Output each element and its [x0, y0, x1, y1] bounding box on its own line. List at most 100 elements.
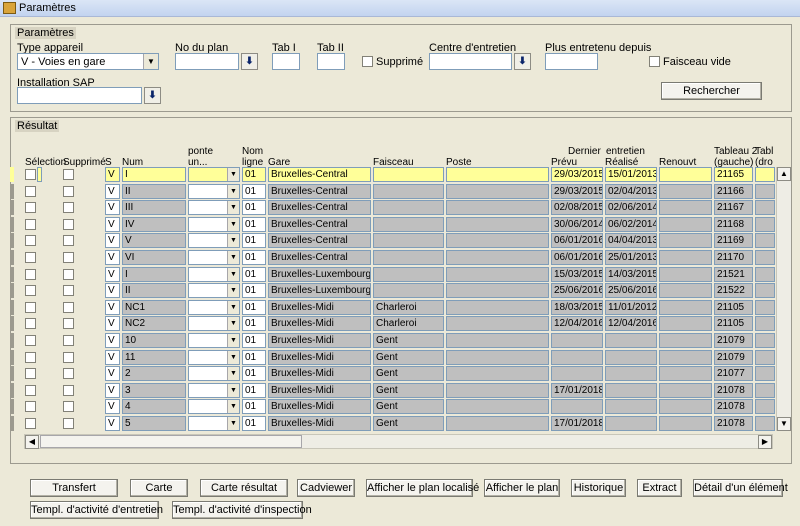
cell-faisceau[interactable]	[373, 184, 444, 199]
cell-tableau3[interactable]	[755, 333, 775, 348]
row-indicator[interactable]	[10, 283, 14, 298]
scroll-down-icon[interactable]: ▼	[777, 417, 791, 431]
cell-prevu[interactable]: 29/03/2015	[551, 184, 603, 199]
scroll-thumb[interactable]	[40, 435, 302, 448]
row-indicator[interactable]	[10, 200, 14, 215]
cell-realise[interactable]	[605, 366, 657, 381]
cell-realise[interactable]	[605, 416, 657, 431]
cell-tableau3[interactable]	[755, 316, 775, 331]
cell-s[interactable]: V	[105, 267, 120, 282]
cell-tableau3[interactable]	[755, 250, 775, 265]
cell-poste[interactable]	[446, 333, 549, 348]
supprime-row-checkbox[interactable]	[63, 352, 74, 363]
cell-gare[interactable]: Bruxelles-Central	[268, 233, 371, 248]
cell-s[interactable]: V	[105, 333, 120, 348]
cell-faisceau[interactable]	[373, 233, 444, 248]
supprime-row-checkbox[interactable]	[63, 368, 74, 379]
supprime-row-checkbox[interactable]	[63, 252, 74, 263]
cell-num[interactable]: NC2	[122, 316, 186, 331]
cell-ligne[interactable]: 01	[242, 350, 266, 365]
cell-realise[interactable]: 11/01/2012	[605, 300, 657, 315]
cell-num[interactable]: 3	[122, 383, 186, 398]
cell-prevu[interactable]: 06/01/2016	[551, 250, 603, 265]
cell-ponte[interactable]: ▼	[188, 316, 240, 331]
cell-poste[interactable]	[446, 217, 549, 232]
cell-poste[interactable]	[446, 316, 549, 331]
chevron-down-icon[interactable]: ▼	[227, 317, 239, 330]
cell-renouvt[interactable]	[659, 217, 712, 232]
cell-renouvt[interactable]	[659, 366, 712, 381]
chevron-down-icon[interactable]: ▼	[227, 168, 239, 181]
cell-s[interactable]: V	[105, 383, 120, 398]
cell-s[interactable]: V	[105, 283, 120, 298]
row-indicator[interactable]	[10, 383, 14, 398]
row-indicator[interactable]	[10, 267, 14, 282]
cell-gare[interactable]: Bruxelles-Midi	[268, 399, 371, 414]
cell-num[interactable]: 10	[122, 333, 186, 348]
cell-renouvt[interactable]	[659, 184, 712, 199]
cell-ligne[interactable]: 01	[242, 366, 266, 381]
cell-faisceau[interactable]	[373, 283, 444, 298]
no-plan-lookup-icon[interactable]: ⬇	[241, 53, 258, 70]
cell-renouvt[interactable]	[659, 350, 712, 365]
cell-tableau3[interactable]	[755, 366, 775, 381]
cell-ponte[interactable]: ▼	[188, 399, 240, 414]
cell-ligne[interactable]: 01	[242, 399, 266, 414]
centre-lookup-icon[interactable]: ⬇	[514, 53, 531, 70]
selection-checkbox[interactable]	[25, 302, 36, 313]
cell-tableau3[interactable]	[755, 267, 775, 282]
cell-s[interactable]: V	[105, 233, 120, 248]
cell-tableau3[interactable]	[755, 184, 775, 199]
cell-prevu[interactable]	[551, 350, 603, 365]
cell-poste[interactable]	[446, 184, 549, 199]
supprime-row-checkbox[interactable]	[63, 202, 74, 213]
cell-ligne[interactable]: 01	[242, 300, 266, 315]
cell-poste[interactable]	[446, 416, 549, 431]
cell-tableau3[interactable]	[755, 283, 775, 298]
chevron-down-icon[interactable]: ▼	[227, 400, 239, 413]
extract-button[interactable]: Extract	[637, 479, 682, 497]
supprime-row-checkbox[interactable]	[63, 285, 74, 296]
cell-prevu[interactable]: 25/06/2016	[551, 283, 603, 298]
cell-tableau2[interactable]: 21077	[714, 366, 753, 381]
cell-faisceau[interactable]	[373, 167, 444, 182]
cell-ponte[interactable]: ▼	[188, 250, 240, 265]
chevron-down-icon[interactable]: ▼	[227, 284, 239, 297]
cell-poste[interactable]	[446, 399, 549, 414]
cell-num[interactable]: II	[122, 184, 186, 199]
cell-s[interactable]: V	[105, 184, 120, 199]
cell-renouvt[interactable]	[659, 316, 712, 331]
cell-realise[interactable]: 25/01/2013	[605, 250, 657, 265]
chevron-down-icon[interactable]: ▼	[227, 268, 239, 281]
cell-tableau2[interactable]: 21079	[714, 350, 753, 365]
cell-tableau2[interactable]: 21167	[714, 200, 753, 215]
cell-tableau2[interactable]: 21105	[714, 300, 753, 315]
cell-prevu[interactable]: 06/01/2016	[551, 233, 603, 248]
supprime-row-checkbox[interactable]	[63, 235, 74, 246]
cell-s[interactable]: V	[105, 217, 120, 232]
chevron-down-icon[interactable]: ▼	[227, 367, 239, 380]
cell-ponte[interactable]: ▼	[188, 366, 240, 381]
cell-poste[interactable]	[446, 200, 549, 215]
cell-tableau2[interactable]: 21166	[714, 184, 753, 199]
chevron-down-icon[interactable]: ▼	[227, 218, 239, 231]
row-indicator[interactable]	[10, 399, 14, 414]
cell-realise[interactable]: 02/04/2013	[605, 184, 657, 199]
cadviewer-button[interactable]: Cadviewer	[297, 479, 355, 497]
cell-tableau3[interactable]	[755, 167, 775, 182]
cell-num[interactable]: V	[122, 233, 186, 248]
cell-poste[interactable]	[446, 350, 549, 365]
cell-tableau2[interactable]: 21168	[714, 217, 753, 232]
supprime-row-checkbox[interactable]	[63, 385, 74, 396]
carte-resultat-button[interactable]: Carte résultat	[200, 479, 288, 497]
carte-button[interactable]: Carte	[130, 479, 188, 497]
chevron-down-icon[interactable]: ▼	[227, 251, 239, 264]
cell-prevu[interactable]: 12/04/2016	[551, 316, 603, 331]
installation-sap-lookup-icon[interactable]: ⬇	[144, 87, 161, 104]
cell-gare[interactable]: Bruxelles-Central	[268, 184, 371, 199]
cell-ponte[interactable]: ▼	[188, 184, 240, 199]
selection-checkbox[interactable]	[25, 169, 36, 180]
cell-gare[interactable]: Bruxelles-Midi	[268, 416, 371, 431]
cell-faisceau[interactable]: Gent	[373, 416, 444, 431]
supprime-row-checkbox[interactable]	[63, 269, 74, 280]
